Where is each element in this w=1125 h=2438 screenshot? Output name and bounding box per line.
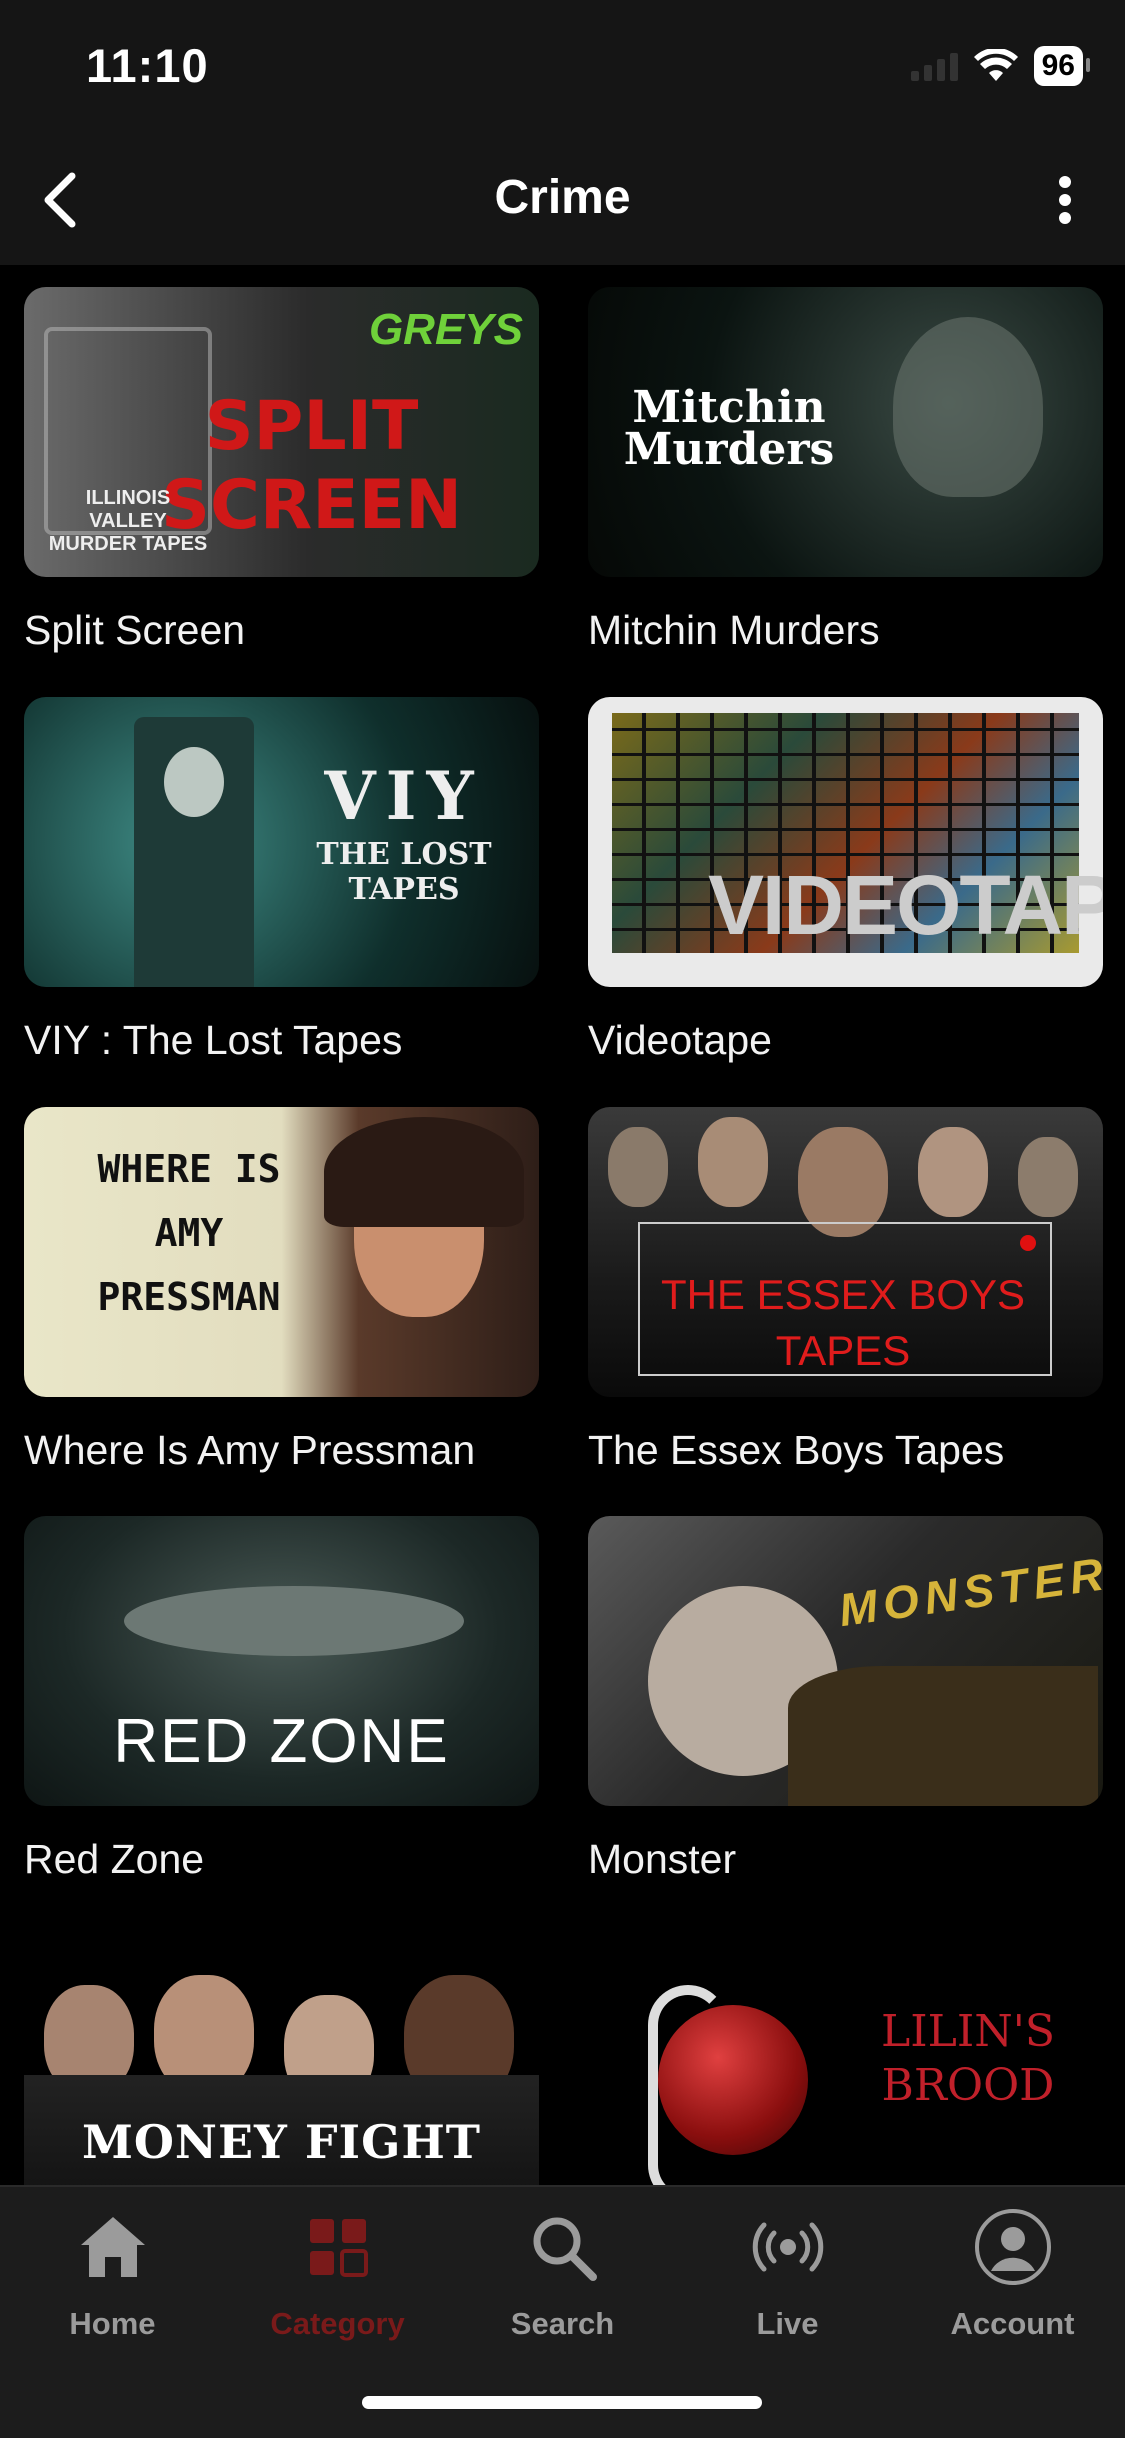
title-card[interactable]: MONEY FIGHT [24, 1925, 539, 2185]
title-label: Videotape [588, 1017, 772, 1063]
status-indicators: 96 [910, 46, 1091, 86]
account-icon [974, 2209, 1051, 2285]
home-indicator[interactable] [362, 2396, 762, 2409]
art-text: GREYS [368, 305, 523, 354]
tab-category[interactable]: Category [225, 2207, 450, 2357]
art-text: THE ESSEX BOYS TAPES [648, 1267, 1038, 1379]
search-icon [533, 2217, 597, 2281]
art-text: Mitchin Murders [623, 382, 835, 475]
more-vertical-icon [1059, 176, 1071, 224]
art-text: ILLINOIS VALLEY MURDER TAPES [48, 487, 208, 555]
title-thumbnail: THE ESSEX BOYS TAPES [588, 1107, 1103, 1397]
category-icon [309, 2219, 368, 2277]
title-label: Mitchin Murders [588, 607, 880, 653]
battery-indicator: 96 [1033, 46, 1091, 86]
title-grid: SPLIT SCREEN GREYS ILLINOIS VALLEY MURDE… [0, 265, 1125, 2185]
art-line: TAPES [775, 1327, 911, 1374]
title-card[interactable]: LILIN'S BROOD [588, 1925, 1103, 2185]
title-thumbnail: Mitchin Murders [588, 287, 1103, 577]
live-icon [752, 2222, 823, 2272]
wifi-icon [973, 49, 1018, 81]
title-thumbnail: VIY THE LOST TAPES [24, 697, 539, 987]
art-text: THE LOST TAPES [316, 837, 492, 907]
title-label: Where Is Amy Pressman [24, 1427, 476, 1473]
status-bar: 11:10 96 [0, 0, 1125, 140]
art-line: THE ESSEX BOYS [660, 1271, 1026, 1318]
tab-label: Home [69, 2306, 156, 2341]
tab-label: Search [510, 2306, 615, 2341]
art-line: WHERE IS [97, 1147, 281, 1191]
title-label: The Essex Boys Tapes [588, 1427, 1005, 1473]
art-text: MONSTER [835, 1546, 1103, 1637]
title-label: Red Zone [24, 1836, 205, 1882]
title-thumbnail: LILIN'S BROOD [588, 1925, 1103, 2185]
more-options-button[interactable] [1025, 160, 1105, 240]
art-line: AMY [154, 1211, 224, 1255]
title-thumbnail: SPLIT SCREEN GREYS ILLINOIS VALLEY MURDE… [24, 287, 539, 577]
title-label: VIY : The Lost Tapes [24, 1017, 403, 1063]
tab-label: Live [756, 2306, 819, 2341]
page-title: Crime [494, 171, 631, 224]
tab-search[interactable]: Search [450, 2207, 675, 2357]
title-card[interactable]: THE ESSEX BOYS TAPES The Essex Boys Tape… [588, 1107, 1103, 1474]
title-card[interactable]: WHERE IS AMY PRESSMAN Where Is Amy Press… [24, 1107, 539, 1474]
art-line: LILIN'S [881, 2006, 1055, 2057]
cellular-signal-icon [910, 51, 958, 81]
title-card[interactable]: VIDEOTAPE Videotape [588, 697, 1103, 1064]
title-card[interactable]: VIY THE LOST TAPES VIY : The Lost Tapes [24, 697, 539, 1064]
title-card[interactable]: RED ZONE Red Zone [24, 1516, 539, 1883]
tab-live[interactable]: Live [675, 2207, 900, 2357]
home-icon [80, 2217, 145, 2277]
art-text: RED ZONE [113, 1707, 450, 1776]
tab-account[interactable]: Account [900, 2207, 1125, 2357]
title-card[interactable]: SPLIT SCREEN GREYS ILLINOIS VALLEY MURDE… [24, 287, 539, 654]
status-time: 11:10 [86, 39, 209, 92]
title-label: Split Screen [24, 607, 246, 653]
art-text: VIDEOTAPE [708, 858, 1103, 952]
tab-label: Account [950, 2306, 1075, 2341]
title-label: Monster [588, 1836, 737, 1882]
art-text: WHERE IS AMY PRESSMAN [64, 1137, 314, 1329]
art-text: MONEY FIGHT [81, 2115, 482, 2169]
title-card[interactable]: Mitchin Murders Mitchin Murders [588, 287, 1103, 654]
art-line: PRESSMAN [97, 1275, 281, 1319]
title-thumbnail: MONEY FIGHT [24, 1925, 539, 2185]
title-card[interactable]: MONSTER Monster [588, 1516, 1103, 1883]
top-bar: Crime [0, 140, 1125, 265]
art-text: LILIN'S BROOD [848, 2005, 1088, 2113]
tab-label: Category [270, 2306, 405, 2341]
title-thumbnail: MONSTER [588, 1516, 1103, 1806]
art-text: VIY [324, 757, 484, 835]
title-thumbnail: RED ZONE [24, 1516, 539, 1806]
title-thumbnail: WHERE IS AMY PRESSMAN [24, 1107, 539, 1397]
tab-home[interactable]: Home [0, 2207, 225, 2357]
title-thumbnail: VIDEOTAPE [588, 697, 1103, 987]
art-line: BROOD [881, 2060, 1055, 2111]
